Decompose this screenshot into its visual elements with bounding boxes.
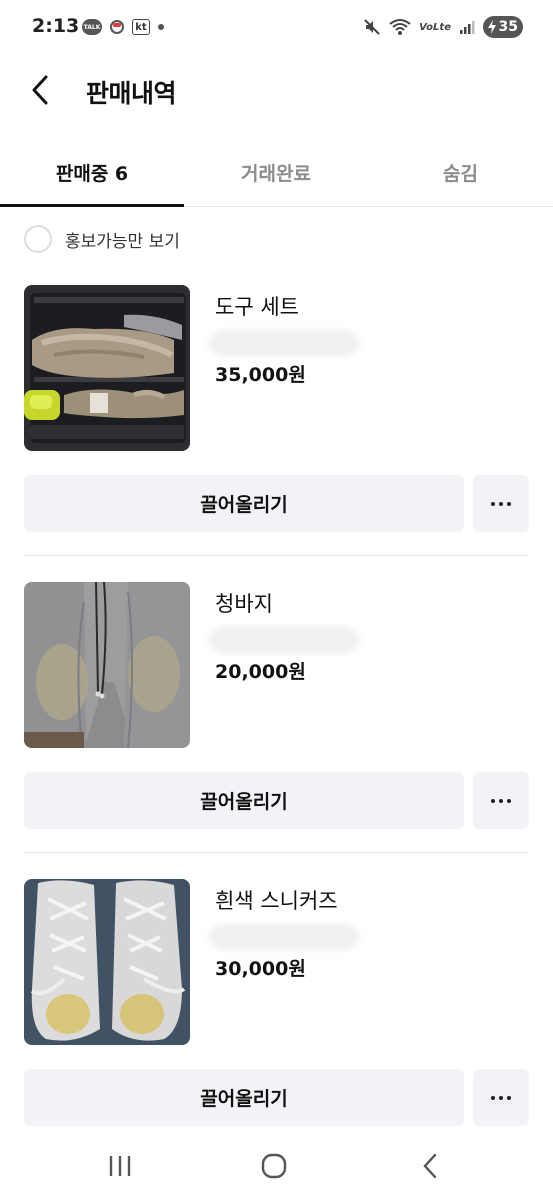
bump-button[interactable]: 끌어올리기 bbox=[24, 772, 464, 829]
product-image[interactable] bbox=[24, 879, 190, 1045]
more-horizontal-icon bbox=[491, 798, 495, 803]
promo-filter[interactable]: 홍보가능만 보기 bbox=[24, 224, 180, 254]
page-title: 판매내역 bbox=[86, 79, 177, 108]
status-system-icons: VoLte 35 bbox=[363, 16, 523, 38]
item-title[interactable]: 청바지 bbox=[215, 588, 273, 618]
recent-apps-icon bbox=[109, 1156, 131, 1176]
tab-selling[interactable]: 판매중 6 bbox=[0, 138, 184, 207]
tab-completed[interactable]: 거래완료 bbox=[184, 138, 368, 206]
status-time: 2:13 bbox=[32, 15, 80, 37]
kt-carrier-icon: kt bbox=[132, 19, 150, 35]
divider bbox=[24, 852, 529, 853]
product-image[interactable] bbox=[24, 285, 190, 451]
item-price: 30,000원 bbox=[215, 958, 306, 980]
battery-charging-icon: 35 bbox=[483, 16, 523, 38]
nav-back-button[interactable] bbox=[400, 1146, 460, 1186]
bump-button[interactable]: 끌어올리기 bbox=[24, 1069, 464, 1126]
tab-hidden[interactable]: 숨김 bbox=[368, 138, 553, 206]
notification-icon bbox=[110, 20, 124, 34]
dot-icon bbox=[158, 24, 164, 30]
battery-level: 35 bbox=[498, 19, 518, 35]
item-title[interactable]: 도구 세트 bbox=[215, 291, 299, 321]
divider bbox=[24, 555, 529, 556]
blurred-info bbox=[209, 330, 359, 356]
status-notification-icons: TALK kt bbox=[82, 19, 164, 35]
product-image[interactable] bbox=[24, 582, 190, 748]
mute-icon bbox=[364, 19, 380, 35]
kakaotalk-icon: TALK bbox=[82, 19, 102, 35]
filter-checkbox[interactable] bbox=[24, 225, 52, 253]
back-icon bbox=[423, 1153, 437, 1179]
more-horizontal-icon bbox=[491, 1095, 495, 1100]
list-item: 도구 세트 35,000원 끌어올리기 bbox=[24, 285, 529, 532]
app-header: 판매내역 bbox=[0, 56, 553, 126]
home-button[interactable] bbox=[244, 1146, 304, 1186]
home-icon bbox=[261, 1153, 287, 1179]
signal-icon bbox=[460, 21, 475, 34]
list-item: 흰색 스니커즈 30,000원 끌어올리기 bbox=[24, 879, 529, 1126]
tab-bar: 판매중 6 거래완료 숨김 bbox=[0, 138, 553, 207]
item-price: 35,000원 bbox=[215, 364, 306, 386]
system-nav-bar bbox=[0, 1130, 553, 1200]
wifi-icon bbox=[389, 19, 411, 35]
list-item: 청바지 20,000원 끌어올리기 bbox=[24, 582, 529, 829]
more-options-button[interactable] bbox=[473, 475, 529, 532]
recent-apps-button[interactable] bbox=[90, 1146, 150, 1186]
more-options-button[interactable] bbox=[473, 1069, 529, 1126]
blurred-info bbox=[209, 924, 359, 950]
back-button[interactable] bbox=[20, 70, 60, 110]
more-options-button[interactable] bbox=[473, 772, 529, 829]
item-title[interactable]: 흰색 스니커즈 bbox=[215, 885, 338, 915]
bump-button[interactable]: 끌어올리기 bbox=[24, 475, 464, 532]
chevron-left-icon bbox=[32, 75, 48, 105]
status-bar: 2:13 TALK kt VoLte 35 bbox=[0, 0, 553, 56]
item-price: 20,000원 bbox=[215, 661, 306, 683]
volte-icon: VoLte bbox=[419, 21, 451, 33]
blurred-info bbox=[209, 627, 359, 653]
filter-label: 홍보가능만 보기 bbox=[65, 231, 180, 252]
more-horizontal-icon bbox=[491, 501, 495, 506]
